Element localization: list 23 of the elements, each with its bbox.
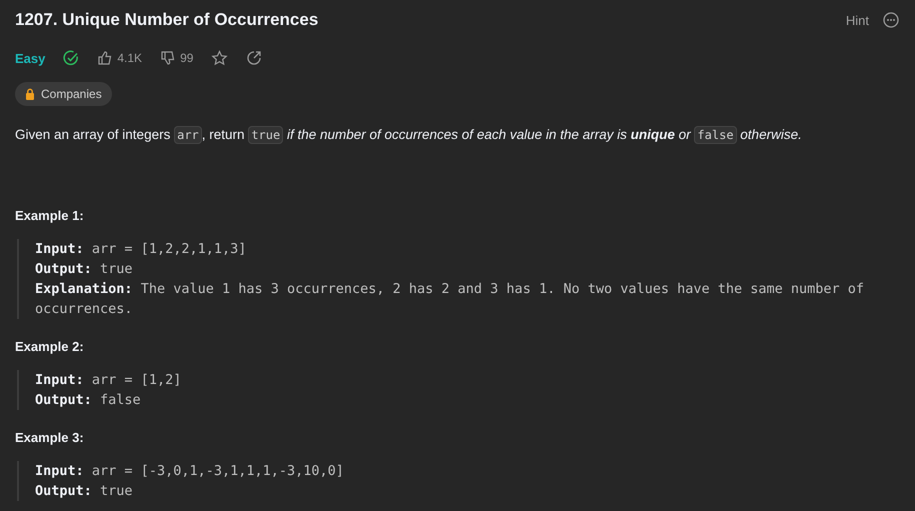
difficulty-label: Easy: [15, 50, 46, 66]
problem-title: 1207. Unique Number of Occurrences: [15, 10, 318, 30]
example-title: Example 1:: [15, 208, 85, 223]
example-title: Example 3:: [15, 430, 85, 445]
example-line: Input: arr = [1,2]: [35, 371, 182, 390]
example-line: Explanation: The value 1 has 3 occurrences, 2 has 2 and 3 has 1. No two values have the same number of occurrences.: [35, 280, 866, 319]
like-button[interactable]: 4.1K: [97, 50, 142, 66]
share-icon[interactable]: [246, 50, 262, 66]
problem-description: Given an array of integers arr , return true if the number of occurrences of each value in the array is unique or false otherwise.: [15, 125, 803, 146]
example-line: Input: arr = [-3,0,1,-3,1,1,1,-3,10,0]: [35, 462, 345, 481]
dislike-button[interactable]: 99: [160, 50, 194, 66]
example-title: Example 2:: [15, 339, 85, 354]
example-line: Output: true: [35, 260, 134, 279]
thumbs-up-icon: [97, 50, 114, 66]
star-icon[interactable]: [211, 50, 228, 66]
example-line: Output: true: [35, 482, 134, 501]
example-line: Output: false: [35, 391, 142, 410]
companies-tag[interactable]: Companies: [15, 82, 112, 106]
thumbs-down-icon: [160, 50, 176, 66]
lock-icon: [25, 88, 35, 100]
hint-button[interactable]: Hint: [846, 12, 869, 28]
example-line: Input: arr = [1,2,2,1,1,3]: [35, 240, 248, 259]
more-icon[interactable]: [883, 12, 899, 28]
